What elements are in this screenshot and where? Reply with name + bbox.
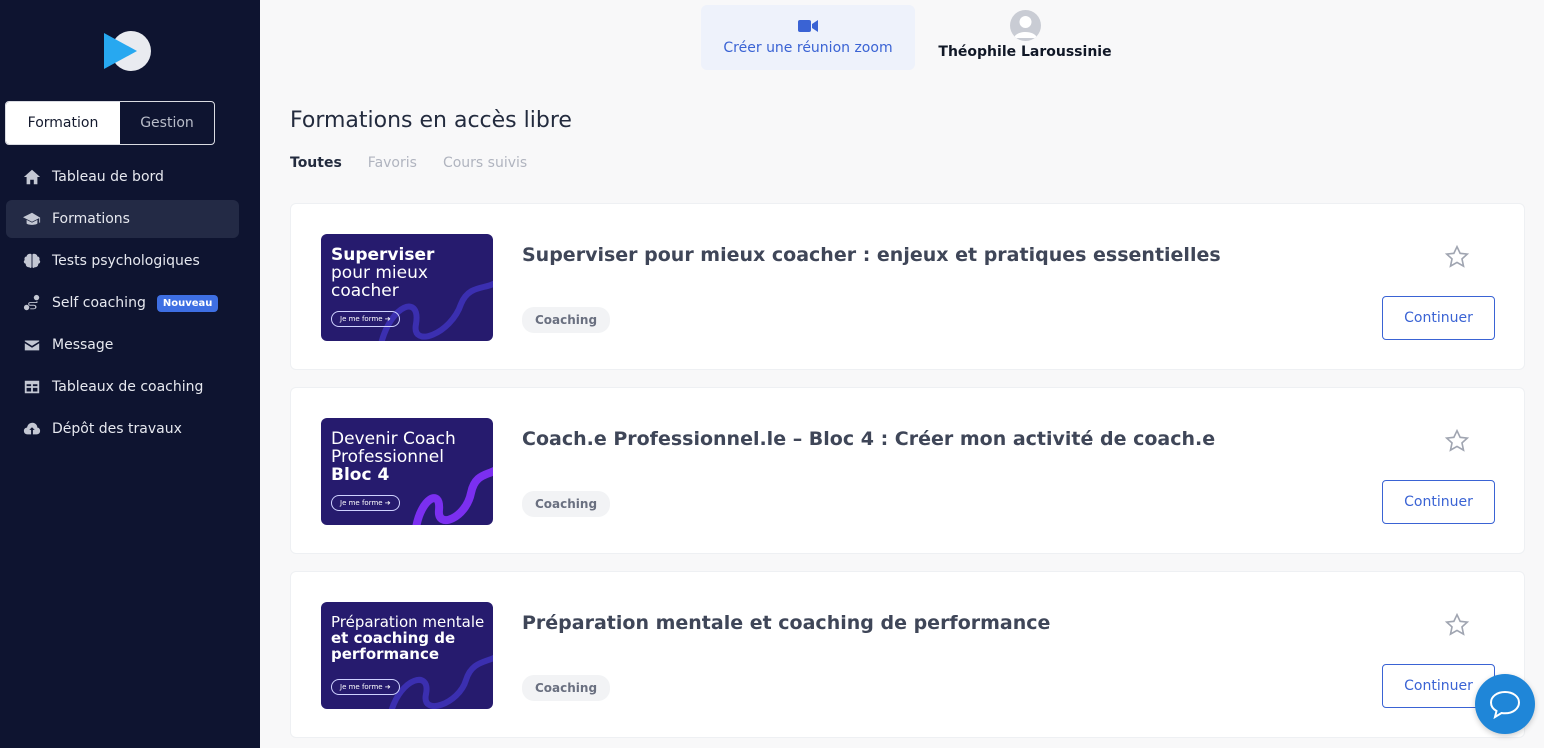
thumbnail-cta: Je me forme ➔ [331, 679, 400, 695]
thumbnail-line: performance [331, 645, 440, 663]
continue-button[interactable]: Continuer [1382, 296, 1495, 340]
favorite-star-icon[interactable] [1444, 612, 1470, 638]
create-zoom-meeting-button[interactable]: Créer une réunion zoom [701, 5, 915, 70]
thumbnail-text: Devenir Coach Professionnel Bloc 4 [331, 430, 456, 484]
sidebar-item-label: Tableaux de coaching [52, 379, 204, 395]
thumbnail-text: Préparation mentale et coaching de perfo… [331, 614, 484, 662]
formation-tab[interactable]: Formation [6, 102, 120, 144]
sidebar-item-label: Tableau de bord [52, 169, 164, 185]
tab-cours-suivis[interactable]: Cours suivis [443, 155, 527, 171]
chat-bubble-icon [1489, 690, 1521, 719]
sidebar-item-message[interactable]: Message [6, 326, 239, 364]
sidebar-nav: Tableau de bord Formations Tests psychol… [6, 158, 239, 452]
category-tag: Coaching [522, 675, 611, 701]
video-camera-icon [798, 20, 818, 32]
tab-favoris[interactable]: Favoris [368, 155, 417, 171]
home-icon [22, 168, 42, 186]
sidebar-item-label: Formations [52, 211, 130, 227]
page-title: Formations en accès libre [290, 108, 572, 133]
course-title[interactable]: Superviser pour mieux coacher : enjeux e… [522, 244, 1221, 266]
app-logo[interactable] [103, 30, 151, 72]
course-thumbnail[interactable]: Devenir Coach Professionnel Bloc 4 Je me… [321, 418, 493, 525]
sidebar: Formation Gestion Tableau de bord Format… [0, 0, 260, 748]
thumbnail-line: coacher [331, 281, 399, 301]
course-title[interactable]: Coach.e Professionnel.le – Bloc 4 : Crée… [522, 428, 1215, 450]
course-card: Devenir Coach Professionnel Bloc 4 Je me… [290, 387, 1525, 554]
gestion-tab[interactable]: Gestion [120, 102, 214, 144]
sidebar-item-tableaux-de-coaching[interactable]: Tableaux de coaching [6, 368, 239, 406]
thumbnail-line: Professionnel [331, 447, 444, 467]
sidebar-item-label: Message [52, 337, 114, 353]
chat-launcher-button[interactable] [1475, 674, 1535, 734]
sidebar-item-depot-des-travaux[interactable]: Dépôt des travaux [6, 410, 239, 448]
course-title[interactable]: Préparation mentale et coaching de perfo… [522, 612, 1050, 634]
filter-tabs: Toutes Favoris Cours suivis [290, 155, 553, 171]
user-icon [1013, 16, 1037, 38]
thumbnail-line: Préparation mentale [331, 613, 485, 631]
course-thumbnail[interactable]: Superviser pour mieux coacher Je me form… [321, 234, 493, 341]
cloud-upload-icon [22, 420, 42, 438]
course-thumbnail[interactable]: Préparation mentale et coaching de perfo… [321, 602, 493, 709]
sidebar-item-tests-psychologiques[interactable]: Tests psychologiques [6, 242, 239, 280]
course-card: Préparation mentale et coaching de perfo… [290, 571, 1525, 738]
new-badge: Nouveau [156, 294, 219, 312]
sidebar-item-label: Self coaching [52, 295, 146, 311]
favorite-star-icon[interactable] [1444, 428, 1470, 454]
sidebar-item-self-coaching[interactable]: Self coaching Nouveau [6, 284, 239, 322]
course-card: Superviser pour mieux coacher Je me form… [290, 203, 1525, 370]
user-profile[interactable]: Théophile Laroussinie [935, 10, 1115, 60]
thumbnail-line: Bloc 4 [331, 465, 390, 485]
favorite-star-icon[interactable] [1444, 244, 1470, 270]
mode-switch: Formation Gestion [5, 101, 215, 145]
graduation-cap-icon [22, 210, 42, 228]
category-tag: Coaching [522, 307, 611, 333]
user-name: Théophile Laroussinie [938, 44, 1112, 60]
avatar [1009, 10, 1041, 41]
thumbnail-cta: Je me forme ➔ [331, 495, 400, 511]
sidebar-item-label: Dépôt des travaux [52, 421, 182, 437]
route-icon [22, 294, 42, 312]
category-tag: Coaching [522, 491, 611, 517]
envelope-icon [22, 336, 42, 354]
thumbnail-line: Superviser [331, 245, 435, 265]
thumbnail-cta: Je me forme ➔ [331, 311, 400, 327]
thumbnail-line: et coaching de [331, 629, 456, 647]
zoom-button-label: Créer une réunion zoom [723, 40, 893, 56]
sidebar-item-formations[interactable]: Formations [6, 200, 239, 238]
continue-button[interactable]: Continuer [1382, 480, 1495, 524]
thumbnail-line: Devenir Coach [331, 429, 456, 449]
sidebar-item-tableau-de-bord[interactable]: Tableau de bord [6, 158, 239, 196]
brain-icon [22, 252, 42, 270]
table-icon [22, 378, 42, 396]
sidebar-item-label: Tests psychologiques [52, 253, 200, 269]
thumbnail-text: Superviser pour mieux coacher [331, 246, 434, 300]
tab-toutes[interactable]: Toutes [290, 155, 342, 171]
thumbnail-line: pour mieux [331, 263, 428, 283]
